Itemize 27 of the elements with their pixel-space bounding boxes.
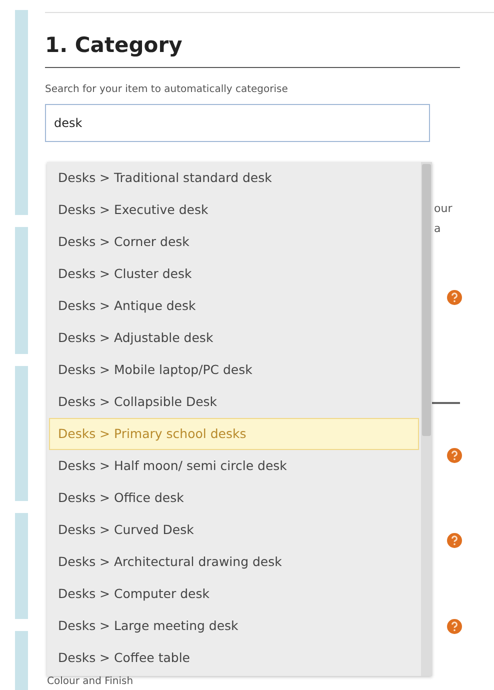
suggestion-item[interactable]: Desks > Curved Desk [49, 514, 419, 546]
side-stripe [15, 630, 28, 690]
suggestion-item[interactable]: Desks > Mobile laptop/PC desk [49, 354, 419, 386]
scrollbar[interactable] [421, 162, 432, 676]
partial-text: a [434, 222, 441, 235]
partial-text: our [434, 202, 452, 215]
suggestion-item[interactable]: Desks > Computer desk [49, 578, 419, 610]
help-icon[interactable] [447, 619, 462, 634]
suggestion-item[interactable]: Desks > Coffee table [49, 642, 419, 674]
search-field[interactable]: desk [45, 104, 430, 142]
field-label: Colour and Finish [47, 676, 134, 687]
suggestion-item[interactable]: Desks > Executive desk [49, 194, 419, 226]
suggestion-item[interactable]: Desks > Collapsible Desk [49, 386, 419, 418]
section-heading: 1. Category [45, 33, 460, 68]
suggestion-item[interactable]: Desks > Office desk [49, 482, 419, 514]
suggestion-item[interactable]: Desks > Antique desk [49, 290, 419, 322]
help-icon[interactable] [447, 533, 462, 548]
search-label: Search for your item to automatically categorise [45, 84, 289, 95]
suggestion-item[interactable]: Desks > Large meeting desk [49, 610, 419, 642]
suggestion-item[interactable]: Desks > Adjustable desk [49, 322, 419, 354]
suggestion-item[interactable]: Desks > Half moon/ semi circle desk [49, 450, 419, 482]
suggestion-item[interactable]: Desks > Architectural drawing desk [49, 546, 419, 578]
suggestion-item[interactable]: Desks > Traditional standard desk [49, 162, 419, 194]
help-icon[interactable] [447, 448, 462, 463]
suggestion-item[interactable]: Desks > Corner desk [49, 226, 419, 258]
help-icon[interactable] [447, 290, 462, 305]
suggestion-item[interactable]: Desks > Cluster desk [49, 258, 419, 290]
